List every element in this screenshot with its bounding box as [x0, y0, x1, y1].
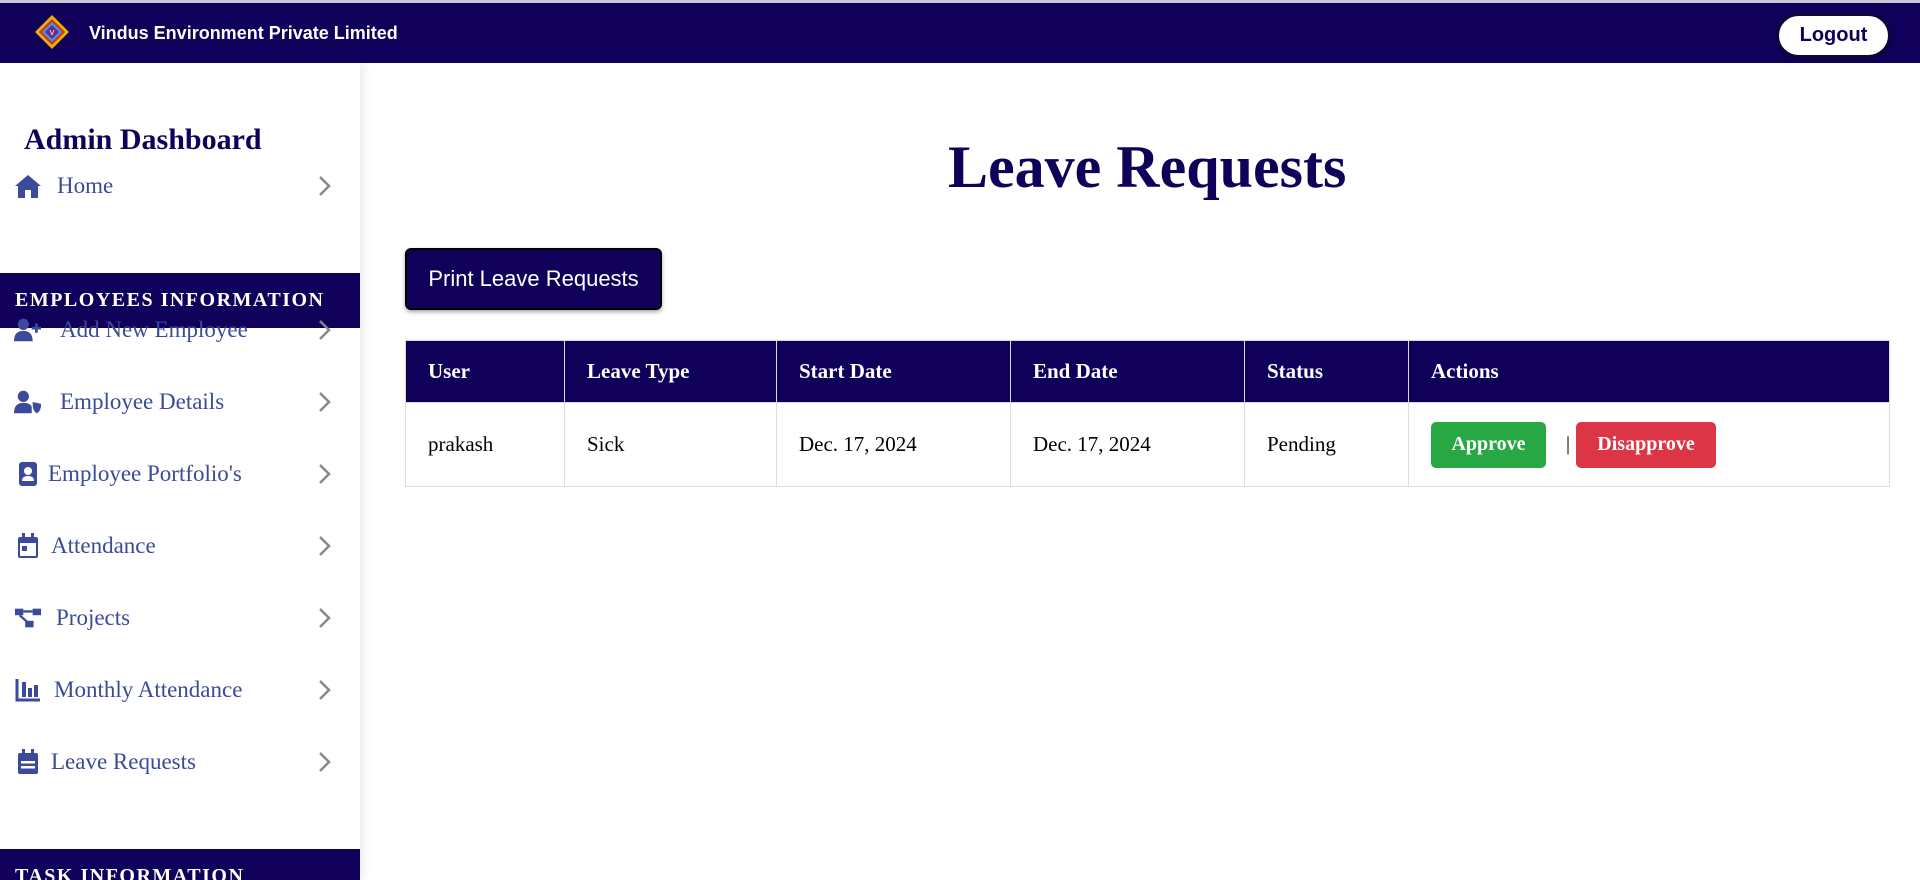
sidebar-title: Admin Dashboard — [24, 123, 262, 156]
column-header-actions: Actions — [1408, 340, 1890, 403]
sidebar-item-projects[interactable]: Projects — [0, 590, 360, 646]
cell-actions: Approve | Disapprove — [1408, 402, 1890, 487]
table-row: prakash Sick Dec. 17, 2024 Dec. 17, 2024… — [405, 402, 1890, 487]
column-header-leave-type: Leave Type — [564, 340, 777, 403]
chevron-right-icon — [319, 680, 331, 700]
home-icon — [14, 172, 42, 200]
brand-name[interactable]: Vindus Environment Private Limited — [89, 23, 398, 44]
column-header-status: Status — [1244, 340, 1409, 403]
print-leave-requests-button[interactable]: Print Leave Requests — [405, 248, 662, 310]
page-title: Leave Requests — [948, 134, 1347, 200]
sidebar-item-add-new-employee[interactable]: Add New Employee — [0, 302, 360, 358]
action-separator: | — [1566, 433, 1571, 455]
chevron-right-icon — [319, 608, 331, 628]
chevron-right-icon — [319, 392, 331, 412]
sidebar-item-label: Monthly Attendance — [54, 677, 243, 702]
cell-leave-type: Sick — [564, 402, 777, 487]
sidebar-item-label: Attendance — [51, 533, 156, 558]
column-header-end-date: End Date — [1010, 340, 1245, 403]
cell-start-date: Dec. 17, 2024 — [776, 402, 1011, 487]
chevron-right-icon — [319, 752, 331, 772]
column-header-user: User — [405, 340, 565, 403]
table-header-row: User Leave Type Start Date End Date Stat… — [405, 340, 1890, 403]
svg-text:V: V — [50, 29, 55, 37]
sidebar-item-label: Home — [57, 173, 114, 198]
sidebar-item-employee-details[interactable]: Employee Details — [0, 374, 360, 430]
sidebar-item-home[interactable]: Home — [0, 158, 360, 214]
cell-user: prakash — [405, 402, 565, 487]
section-header-tasks: TASK INFORMATION — [0, 849, 360, 880]
sidebar-item-attendance[interactable]: Attendance — [0, 518, 360, 574]
cell-end-date: Dec. 17, 2024 — [1010, 402, 1245, 487]
sidebar-item-label: Projects — [56, 605, 131, 630]
sidebar-item-leave-requests[interactable]: Leave Requests — [0, 734, 360, 790]
company-logo[interactable]: V — [34, 14, 70, 50]
sidebar-item-label: Leave Requests — [51, 749, 196, 774]
chevron-right-icon — [319, 176, 331, 196]
chevron-right-icon — [319, 320, 331, 340]
sidebar-item-label: Add New Employee — [60, 317, 248, 342]
sidebar-item-label: Employee Details — [60, 389, 225, 414]
sidebar-item-employee-portfolios[interactable]: Employee Portfolio's — [0, 446, 360, 502]
calendar-list-icon — [14, 748, 42, 776]
user-shield-icon — [14, 388, 42, 416]
column-header-start-date: Start Date — [776, 340, 1011, 403]
portrait-icon — [14, 460, 42, 488]
sidebar: Admin Dashboard Home EMPLOYEES INFORMATI… — [0, 63, 360, 880]
user-plus-icon — [14, 316, 42, 344]
leave-requests-table: User Leave Type Start Date End Date Stat… — [405, 340, 1890, 487]
logout-button[interactable]: Logout — [1777, 14, 1890, 57]
sidebar-item-label: Employee Portfolio's — [48, 461, 242, 486]
chevron-right-icon — [319, 536, 331, 556]
sidebar-item-monthly-attendance[interactable]: Monthly Attendance — [0, 662, 360, 718]
chevron-right-icon — [319, 464, 331, 484]
cell-status: Pending — [1244, 402, 1409, 487]
approve-button[interactable]: Approve — [1431, 421, 1546, 468]
calendar-icon — [14, 532, 42, 560]
disapprove-button[interactable]: Disapprove — [1576, 421, 1717, 468]
bar-chart-icon — [14, 676, 42, 704]
project-diagram-icon — [14, 604, 42, 632]
top-navbar: V Vindus Environment Private Limited Log… — [0, 0, 1920, 63]
